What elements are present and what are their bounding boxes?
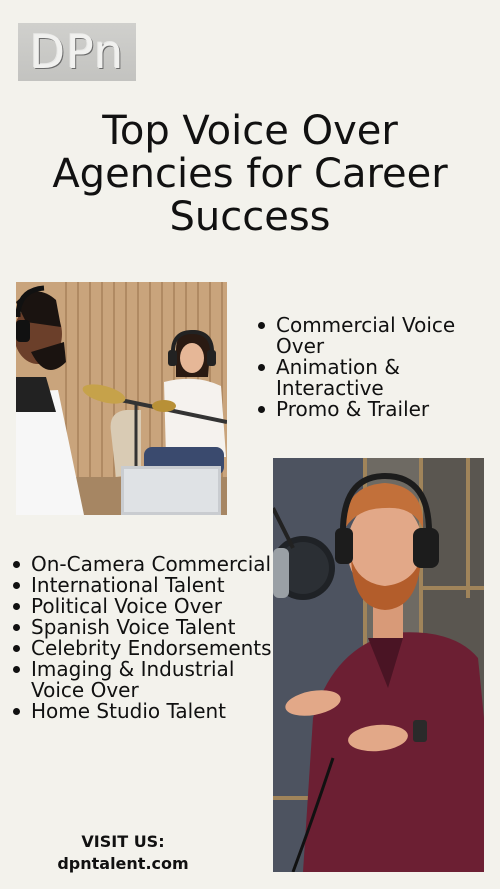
visit-us-block: VISIT US: dpntalent.com	[30, 831, 216, 875]
logo-text: DPn	[29, 25, 125, 79]
page-title: Top Voice Over Agencies for Career Succe…	[52, 108, 448, 240]
recording-studio-photo	[273, 458, 484, 872]
podcast-studio-photo	[16, 282, 227, 515]
logo: DPn	[18, 23, 136, 81]
list-item: Commercial Voice Over	[256, 315, 486, 357]
list-item: Home Studio Talent	[11, 701, 273, 722]
list-item: Animation & Interactive	[256, 357, 486, 399]
visit-us-label: VISIT US:	[81, 832, 165, 851]
services-list-bottom: On-Camera Commercial International Talen…	[11, 554, 273, 722]
list-item: Promo & Trailer	[256, 399, 486, 420]
list-item: Imaging & Industrial Voice Over	[11, 659, 273, 701]
list-item: Spanish Voice Talent	[11, 617, 273, 638]
list-item: Political Voice Over	[11, 596, 273, 617]
services-list-top: Commercial Voice Over Animation & Intera…	[256, 315, 486, 420]
list-item: On-Camera Commercial	[11, 554, 273, 575]
website-link[interactable]: dpntalent.com	[30, 853, 216, 875]
list-item: International Talent	[11, 575, 273, 596]
list-item: Celebrity Endorsements	[11, 638, 273, 659]
